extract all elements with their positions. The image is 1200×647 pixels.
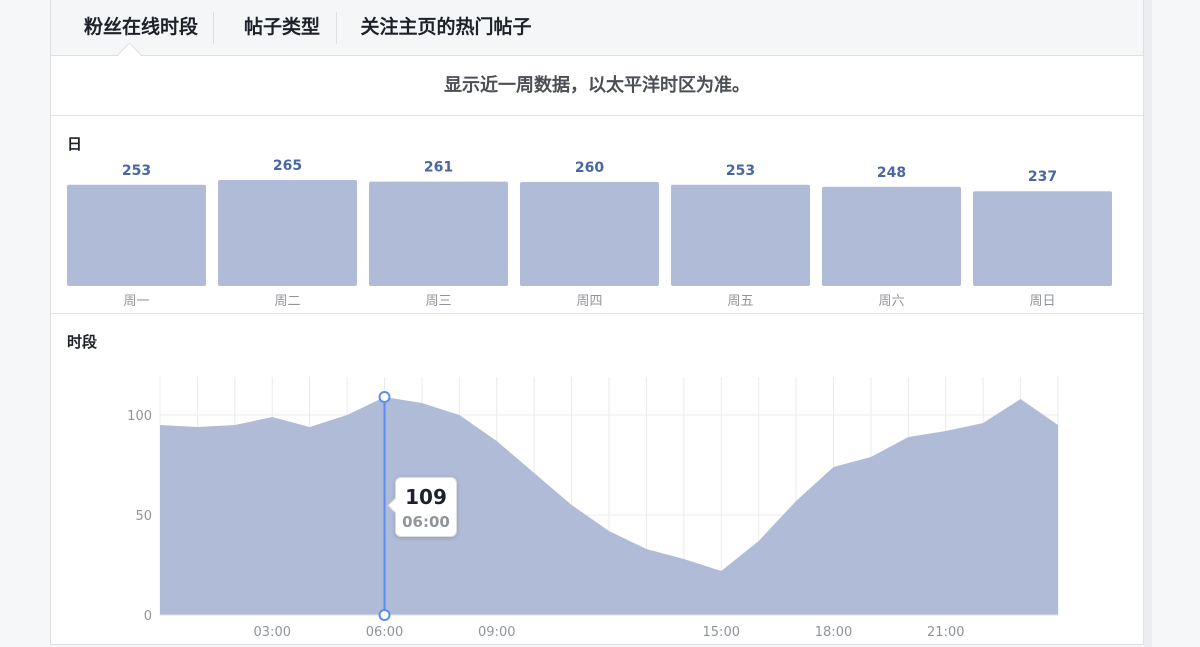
tab-separator [213,12,214,44]
bar-value-label: 248 [877,165,906,181]
daily-bar-chart: 253 周一 265 周二 261 周三 260 周四 253 周五 248 周六 237 周日 [67,158,1112,309]
bar-category-label: 周二 [274,294,300,309]
hover-tooltip: 109 06:00 [387,477,457,537]
hover-axis-marker [378,609,391,621]
x-tick-label: 09:00 [478,625,515,640]
y-tick-label: 50 [135,509,152,524]
bar-category-label: 周六 [878,294,904,309]
bar-category-label: 周一 [123,294,149,309]
bar [822,186,961,286]
bar-value-label: 260 [575,160,604,176]
x-tick-label: 21:00 [927,625,964,640]
hover-point-marker [378,391,391,403]
bar-category-label: 周五 [727,294,753,309]
tooltip-time: 06:00 [402,513,450,531]
x-tick-label: 03:00 [254,625,291,640]
bar [218,180,357,286]
x-tick-label: 18:00 [815,625,852,640]
page-scrollbar-track [1144,0,1152,647]
data-range-notice: 显示近一周数据，以太平洋时区为准。 [51,56,1143,116]
bar-value-label: 261 [424,160,453,176]
bar [67,184,206,286]
bar [671,184,810,286]
tab-post-types[interactable]: 帖子类型 [229,0,335,55]
bar [369,181,508,286]
bar-value-label: 253 [122,163,151,179]
bar-category-label: 周日 [1029,294,1055,309]
bar [973,191,1112,286]
x-tick-label: 15:00 [703,625,740,640]
insights-panel: 粉丝在线时段 帖子类型 关注主页的热门帖子 显示近一周数据，以太平洋时区为准。 … [50,0,1144,645]
y-tick-label: 0 [144,609,152,624]
bar-category-label: 周四 [576,294,602,309]
tab-bar: 粉丝在线时段 帖子类型 关注主页的热门帖子 [51,0,1143,67]
bar-value-label: 265 [273,158,302,174]
tab-top-posts[interactable]: 关注主页的热门帖子 [351,0,541,55]
bar-value-label: 237 [1028,169,1057,185]
y-tick-label: 100 [127,409,152,424]
tab-fans-online[interactable]: 粉丝在线时段 [69,0,213,55]
section-divider [51,313,1143,314]
bar-category-label: 周三 [425,294,451,309]
bar [520,182,659,286]
x-tick-label: 06:00 [366,625,403,640]
tooltip-value: 109 [405,485,447,509]
tab-separator [336,12,337,44]
hourly-area-chart: 0 50 100 03:00 06:00 09:00 15:00 18:00 21:00 [127,377,1059,640]
hourly-section-title: 时段 [67,333,98,351]
bar-value-label: 253 [726,163,755,179]
